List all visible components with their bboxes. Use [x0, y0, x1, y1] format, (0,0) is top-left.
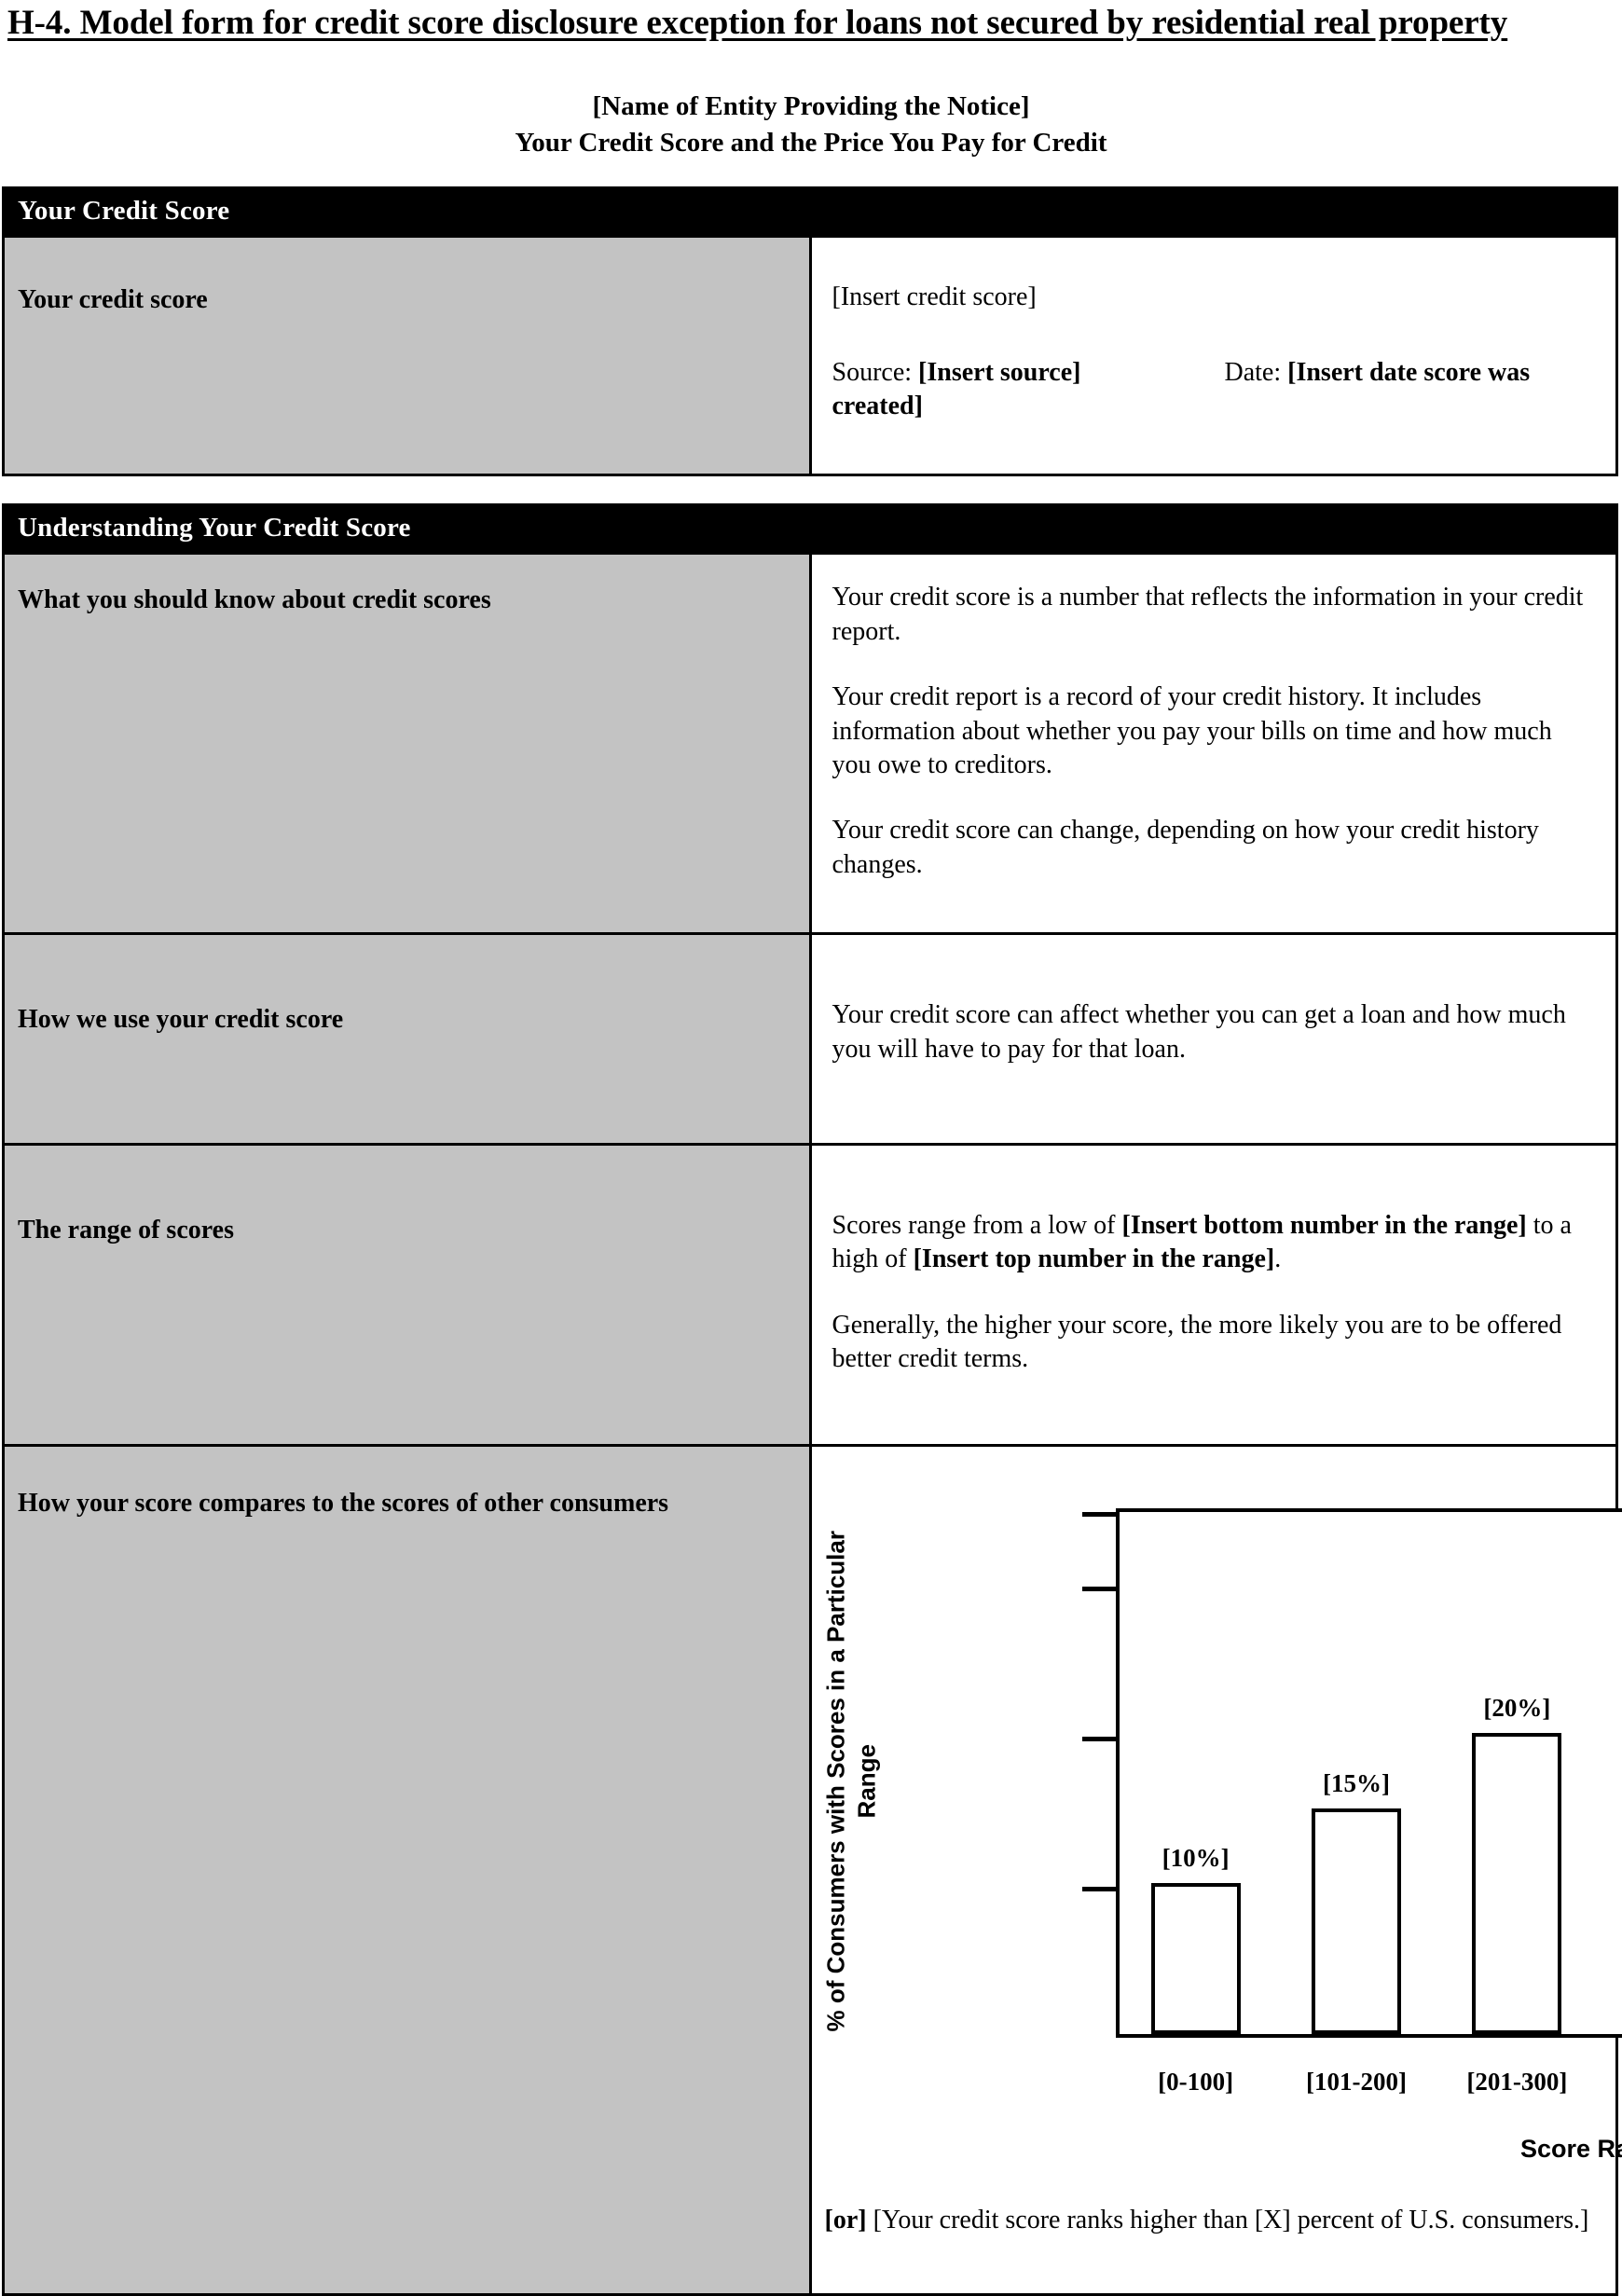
row-body-what-you-should-know: Your credit score is a number that refle…	[810, 554, 1617, 934]
paragraph: Your credit score can affect whether you…	[832, 998, 1596, 1066]
chart-bar	[1151, 1883, 1241, 2033]
chart-bar-value-label: [10%]	[1162, 1842, 1230, 1875]
row-label-how-we-use: How we use your credit score	[4, 934, 811, 1145]
chart-y-tick	[1082, 1737, 1120, 1741]
score-distribution-chart: % of Consumers with Scores in a Particul…	[812, 1480, 1622, 2114]
table-your-credit-score: Your Credit Score Your credit score [Ins…	[2, 186, 1618, 476]
band-title-your-credit-score: Your Credit Score	[4, 188, 1617, 237]
paragraph: Generally, the higher your score, the mo…	[832, 1309, 1596, 1377]
table-understanding-your-credit-score: Understanding Your Credit Score What you…	[2, 503, 1618, 2295]
chart-x-axis-title: Score Range	[1116, 2133, 1622, 2165]
row-body-how-we-use: Your credit score can affect whether you…	[810, 934, 1617, 1145]
paragraph: Your credit report is a record of your c…	[832, 681, 1596, 782]
table-row: How we use your credit score Your credit…	[4, 934, 1617, 1145]
range-prefix: Scores range from a low of	[832, 1211, 1122, 1240]
row-label-range-of-scores: The range of scores	[4, 1144, 811, 1445]
source-label: Source:	[832, 358, 913, 387]
row-label-what-you-should-know: What you should know about credit scores	[4, 554, 811, 934]
band-title-understanding: Understanding Your Credit Score	[4, 505, 1617, 554]
chart-bar-value-label: [20%]	[1483, 1692, 1550, 1725]
source-date-line: Source: [Insert source] Date: [Insert da…	[832, 356, 1596, 424]
table-row: Your credit score [Insert credit score] …	[4, 237, 1617, 475]
paragraph-range: Scores range from a low of [Insert botto…	[832, 1209, 1596, 1277]
table-header-band: Understanding Your Credit Score	[4, 505, 1617, 554]
chart-bar	[1472, 1733, 1561, 2033]
date-label: Date:	[1224, 358, 1281, 387]
chart-y-tick	[1082, 1587, 1120, 1591]
chart-bar	[1312, 1808, 1401, 2034]
notice-header: [Name of Entity Providing the Notice] Yo…	[0, 89, 1622, 160]
or-prefix: [or]	[825, 2206, 867, 2234]
row-body-how-your-score-compares: % of Consumers with Scores in a Particul…	[810, 1445, 1617, 2294]
chart-x-tick-label: [0-100]	[1158, 2066, 1233, 2098]
row-body-your-credit-score: [Insert credit score] Source: [Insert so…	[810, 237, 1617, 475]
row-label-your-credit-score: Your credit score	[4, 237, 811, 475]
source-value: [Insert source]	[918, 358, 1080, 387]
table-row: What you should know about credit scores…	[4, 554, 1617, 934]
chart-y-tick	[1082, 1512, 1120, 1517]
chart-y-axis-title: % of Consumers with Scores in a Particul…	[820, 1519, 882, 2042]
chart-x-tick-label: [101-200]	[1306, 2066, 1407, 2098]
range-bottom-placeholder: [Insert bottom number in the range]	[1122, 1211, 1527, 1240]
chart-y-tick	[1082, 1887, 1120, 1891]
or-body: [Your credit score ranks higher than [X]…	[867, 2206, 1589, 2234]
paragraph: Your credit score can change, depending …	[832, 814, 1596, 882]
table-row: The range of scores Scores range from a …	[4, 1144, 1617, 1445]
paragraph: Your credit score is a number that refle…	[832, 581, 1596, 649]
range-suffix: .	[1274, 1244, 1281, 1273]
table-row: How your score compares to the scores of…	[4, 1445, 1617, 2294]
chart-x-tick-label: [201-300]	[1466, 2066, 1567, 2098]
notice-entity-line: [Name of Entity Providing the Notice]	[0, 89, 1622, 125]
row-body-range-of-scores: Scores range from a low of [Insert botto…	[810, 1144, 1617, 1445]
chart-bar-value-label: [15%]	[1323, 1767, 1390, 1800]
table-header-band: Your Credit Score	[4, 188, 1617, 237]
notice-subtitle-line: Your Credit Score and the Price You Pay …	[0, 125, 1622, 161]
credit-score-placeholder: [Insert credit score]	[832, 281, 1596, 314]
or-alternative-text: [or] [Your credit score ranks higher tha…	[812, 2204, 1616, 2293]
page-title: H-4. Model form for credit score disclos…	[0, 0, 1622, 44]
row-label-how-your-score-compares: How your score compares to the scores of…	[4, 1445, 811, 2294]
range-top-placeholder: [Insert top number in the range]	[914, 1244, 1275, 1273]
